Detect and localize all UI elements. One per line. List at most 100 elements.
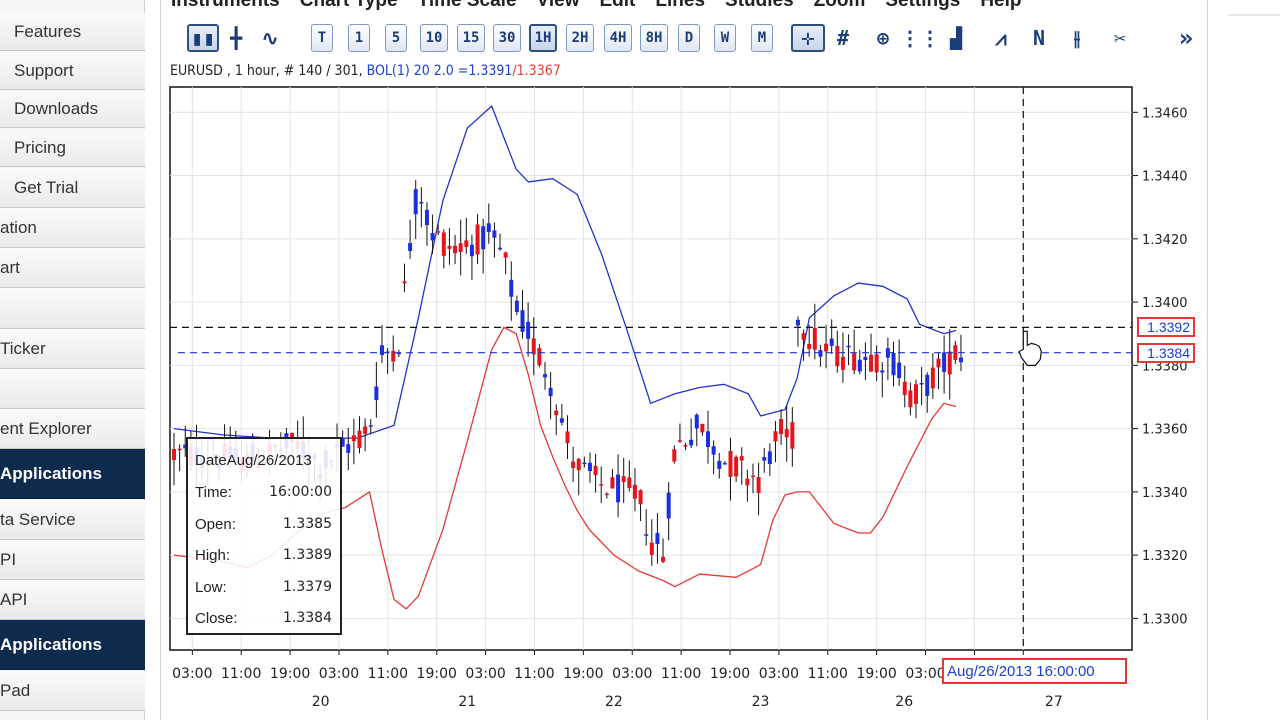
candle-body	[498, 247, 503, 250]
candle-body	[610, 477, 615, 489]
candle-body	[672, 449, 677, 462]
day-label: 23	[752, 694, 770, 710]
candle-body	[492, 230, 497, 238]
candle-body	[812, 328, 817, 350]
candle-body	[745, 478, 750, 486]
candle-body	[548, 387, 553, 397]
candle-body	[666, 492, 671, 519]
candle-body	[728, 450, 733, 477]
x-tick-label: 03:00	[465, 666, 505, 682]
candle-body	[722, 463, 727, 465]
y-tick-label: 1.3400	[1142, 296, 1188, 311]
y-tick-label: 1.3300	[1142, 612, 1188, 627]
candle-body	[509, 279, 514, 297]
candle-body	[897, 362, 902, 378]
x-tick-label: 11:00	[808, 666, 848, 682]
day-label: 22	[605, 694, 623, 710]
candle-body	[374, 386, 379, 400]
candle-body	[773, 431, 778, 442]
ohlc-high-label: High:	[195, 546, 231, 564]
candle-body	[537, 348, 542, 366]
candle-body	[554, 410, 559, 416]
candle-body	[925, 374, 930, 396]
ohlc-time-value: 16:00:00	[269, 484, 332, 500]
candle-body	[711, 446, 716, 455]
candle-body	[863, 356, 868, 360]
candle-body	[655, 532, 660, 545]
candle-body	[486, 223, 491, 232]
candle-body	[436, 231, 441, 233]
ohlc-high-row: High: 1.3389	[195, 544, 332, 566]
candle-body	[424, 209, 429, 226]
x-tick-label: 03:00	[759, 666, 799, 682]
x-tick-label: 11:00	[368, 666, 408, 682]
candle-body	[750, 475, 755, 478]
ohlc-close-label: Close:	[195, 609, 238, 627]
candle-body	[930, 367, 935, 389]
candle-body	[689, 439, 694, 446]
ohlc-date-value: Aug/26/2013	[226, 451, 312, 469]
candle-body	[942, 352, 947, 372]
x-tick-label: 19:00	[856, 666, 896, 682]
candle-body	[379, 345, 384, 356]
day-label: 26	[895, 694, 913, 710]
y-tick-label: 1.3340	[1142, 486, 1188, 501]
ohlc-date-label: Date	[195, 451, 227, 469]
candle-body	[852, 353, 857, 371]
candle-body	[913, 384, 918, 404]
x-tick-label: 11:00	[514, 666, 554, 682]
ohlc-close-value: 1.3384	[283, 610, 332, 626]
candle-body	[891, 352, 896, 376]
candle-body	[717, 460, 722, 469]
candle-body	[958, 357, 963, 363]
y-tick-label: 1.3460	[1142, 106, 1188, 121]
candle-body	[694, 414, 699, 429]
candle-body	[840, 356, 845, 370]
candle-body	[632, 484, 637, 499]
x-tick-label: 03:00	[612, 666, 652, 682]
candle-body	[559, 418, 564, 423]
candle-body	[475, 224, 480, 255]
candle-body	[453, 245, 458, 254]
candle-body	[880, 370, 885, 373]
candle-body	[936, 358, 941, 368]
candle-body	[469, 244, 474, 257]
candle-body	[947, 351, 952, 375]
ohlc-readout: DateAug/26/2013 Time: 16:00:00 Open: 1.338…	[186, 437, 342, 635]
candle-body	[807, 343, 812, 349]
candle-body	[503, 252, 508, 258]
candle-body	[531, 338, 536, 355]
candle-body	[835, 345, 840, 367]
candle-body	[526, 321, 531, 339]
x-tick-label: 03:00	[172, 666, 212, 682]
candle-body	[661, 556, 666, 562]
ohlc-close-row: Close: 1.3384	[195, 607, 332, 629]
candle-body	[441, 232, 446, 256]
candle-body	[779, 419, 784, 435]
candle-body	[464, 240, 469, 248]
candle-body	[565, 431, 570, 444]
candle-body	[582, 462, 587, 465]
candle-body	[172, 448, 176, 461]
ohlc-time-row: Time: 16:00:00	[195, 481, 332, 503]
candle-body	[458, 243, 463, 253]
candle-body	[621, 476, 626, 482]
candle-body	[604, 493, 609, 496]
candle-body	[402, 281, 407, 284]
candle-body	[644, 534, 649, 536]
x-tick-label: 19:00	[270, 666, 310, 682]
day-label: 21	[458, 694, 476, 710]
candle-body	[419, 201, 424, 204]
candle-body	[593, 465, 598, 476]
candle-body	[846, 345, 851, 348]
day-label: 27	[1045, 694, 1063, 710]
candle-body	[413, 189, 418, 215]
candle-body	[767, 451, 772, 465]
candle-body	[430, 232, 435, 241]
candle-body	[346, 444, 351, 453]
candle-body	[908, 390, 913, 408]
ohlc-high-value: 1.3389	[283, 547, 332, 563]
day-label: 20	[312, 694, 330, 710]
candle-body	[756, 477, 761, 494]
candle-body	[368, 425, 373, 427]
